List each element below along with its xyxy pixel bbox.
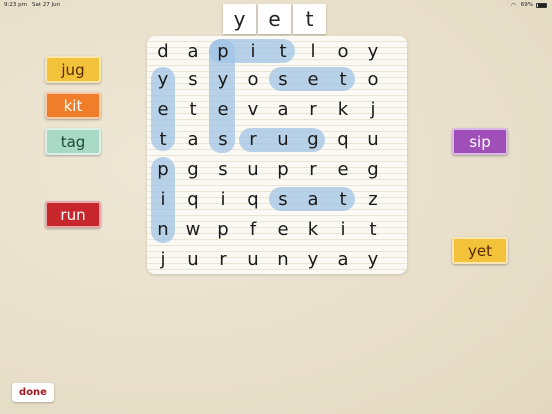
grid-cell[interactable]: g	[298, 124, 328, 154]
grid-cell[interactable]: r	[298, 94, 328, 124]
grid-cell[interactable]: a	[178, 36, 208, 66]
grid-cell[interactable]: j	[358, 94, 388, 124]
grid-cell[interactable]: u	[268, 124, 298, 154]
grid-cell[interactable]: f	[238, 214, 268, 244]
grid-cell[interactable]: r	[298, 154, 328, 184]
letter-grid[interactable]: dapitloyysyosetoetevarkjtasrugqupgsupreg…	[147, 36, 407, 274]
grid-cell[interactable]: w	[178, 214, 208, 244]
word-chip-jug[interactable]: jug	[45, 56, 101, 83]
grid-cell[interactable]: y	[358, 36, 388, 66]
grid-cell[interactable]: e	[208, 94, 238, 124]
grid-cell[interactable]: u	[358, 124, 388, 154]
grid-cell[interactable]: k	[328, 94, 358, 124]
grid-cell[interactable]: p	[148, 154, 178, 184]
grid-cell[interactable]: p	[208, 214, 238, 244]
word-chip-kit[interactable]: kit	[45, 92, 101, 119]
grid-cell[interactable]: q	[238, 184, 268, 214]
target-letter: t	[293, 4, 326, 34]
grid-cell[interactable]: q	[178, 184, 208, 214]
grid-cell[interactable]: n	[268, 244, 298, 274]
grid-cell[interactable]: n	[148, 214, 178, 244]
grid-cell[interactable]: a	[178, 124, 208, 154]
grid-cell[interactable]: t	[178, 94, 208, 124]
grid-cell[interactable]: r	[238, 124, 268, 154]
grid-cell[interactable]: p	[208, 36, 238, 66]
grid-cell[interactable]: s	[208, 124, 238, 154]
grid-cell[interactable]: k	[298, 214, 328, 244]
grid-cell[interactable]: e	[268, 214, 298, 244]
grid-cell[interactable]: s	[268, 64, 298, 94]
grid-cell[interactable]: t	[268, 36, 298, 66]
grid-cell[interactable]: j	[148, 244, 178, 274]
done-button[interactable]: done	[12, 383, 54, 402]
grid-cell[interactable]: y	[208, 64, 238, 94]
grid-cell[interactable]: t	[358, 214, 388, 244]
grid-cell[interactable]: s	[208, 154, 238, 184]
grid-cell[interactable]: y	[148, 64, 178, 94]
wifi-icon: ◠	[510, 1, 517, 9]
grid-cell[interactable]: u	[238, 244, 268, 274]
grid-cell[interactable]: i	[208, 184, 238, 214]
grid-cell[interactable]: g	[178, 154, 208, 184]
grid-cell[interactable]: u	[178, 244, 208, 274]
word-chip-tag[interactable]: tag	[45, 128, 101, 155]
grid-cell[interactable]: i	[328, 214, 358, 244]
grid-cell[interactable]: y	[358, 244, 388, 274]
grid-cell[interactable]: s	[268, 184, 298, 214]
grid-cell[interactable]: i	[148, 184, 178, 214]
grid-cell[interactable]: o	[328, 36, 358, 66]
grid-cell[interactable]: v	[238, 94, 268, 124]
grid-cell[interactable]: a	[268, 94, 298, 124]
target-letter: y	[223, 4, 256, 34]
grid-cell[interactable]: l	[298, 36, 328, 66]
grid-cell[interactable]: d	[148, 36, 178, 66]
grid-cell[interactable]: s	[178, 64, 208, 94]
grid-cell[interactable]: t	[148, 124, 178, 154]
grid-cell[interactable]: i	[238, 36, 268, 66]
grid-cell[interactable]: a	[298, 184, 328, 214]
grid-cell[interactable]: y	[298, 244, 328, 274]
grid-cell[interactable]: o	[358, 64, 388, 94]
grid-cell[interactable]: t	[328, 184, 358, 214]
grid-cell[interactable]: e	[328, 154, 358, 184]
grid-cell[interactable]: g	[358, 154, 388, 184]
battery-percent: 69%	[520, 2, 533, 8]
target-word: y e t	[223, 4, 326, 34]
grid-cell[interactable]: r	[208, 244, 238, 274]
grid-cell[interactable]: a	[328, 244, 358, 274]
grid-cell[interactable]: z	[358, 184, 388, 214]
grid-cell[interactable]: e	[148, 94, 178, 124]
grid-cell[interactable]: e	[298, 64, 328, 94]
word-chip-yet[interactable]: yet	[452, 237, 508, 264]
target-letter: e	[258, 4, 291, 34]
grid-cell[interactable]: p	[268, 154, 298, 184]
grid-cell[interactable]: u	[238, 154, 268, 184]
status-date: Sat 27 Jun	[31, 2, 61, 8]
word-chip-sip[interactable]: sip	[452, 128, 508, 155]
grid-cell[interactable]: o	[238, 64, 268, 94]
status-time: 9:23 pm	[4, 2, 27, 8]
grid-cell[interactable]: q	[328, 124, 358, 154]
grid-cell[interactable]: t	[328, 64, 358, 94]
battery-icon	[536, 2, 547, 8]
word-chip-run[interactable]: run	[45, 201, 101, 228]
